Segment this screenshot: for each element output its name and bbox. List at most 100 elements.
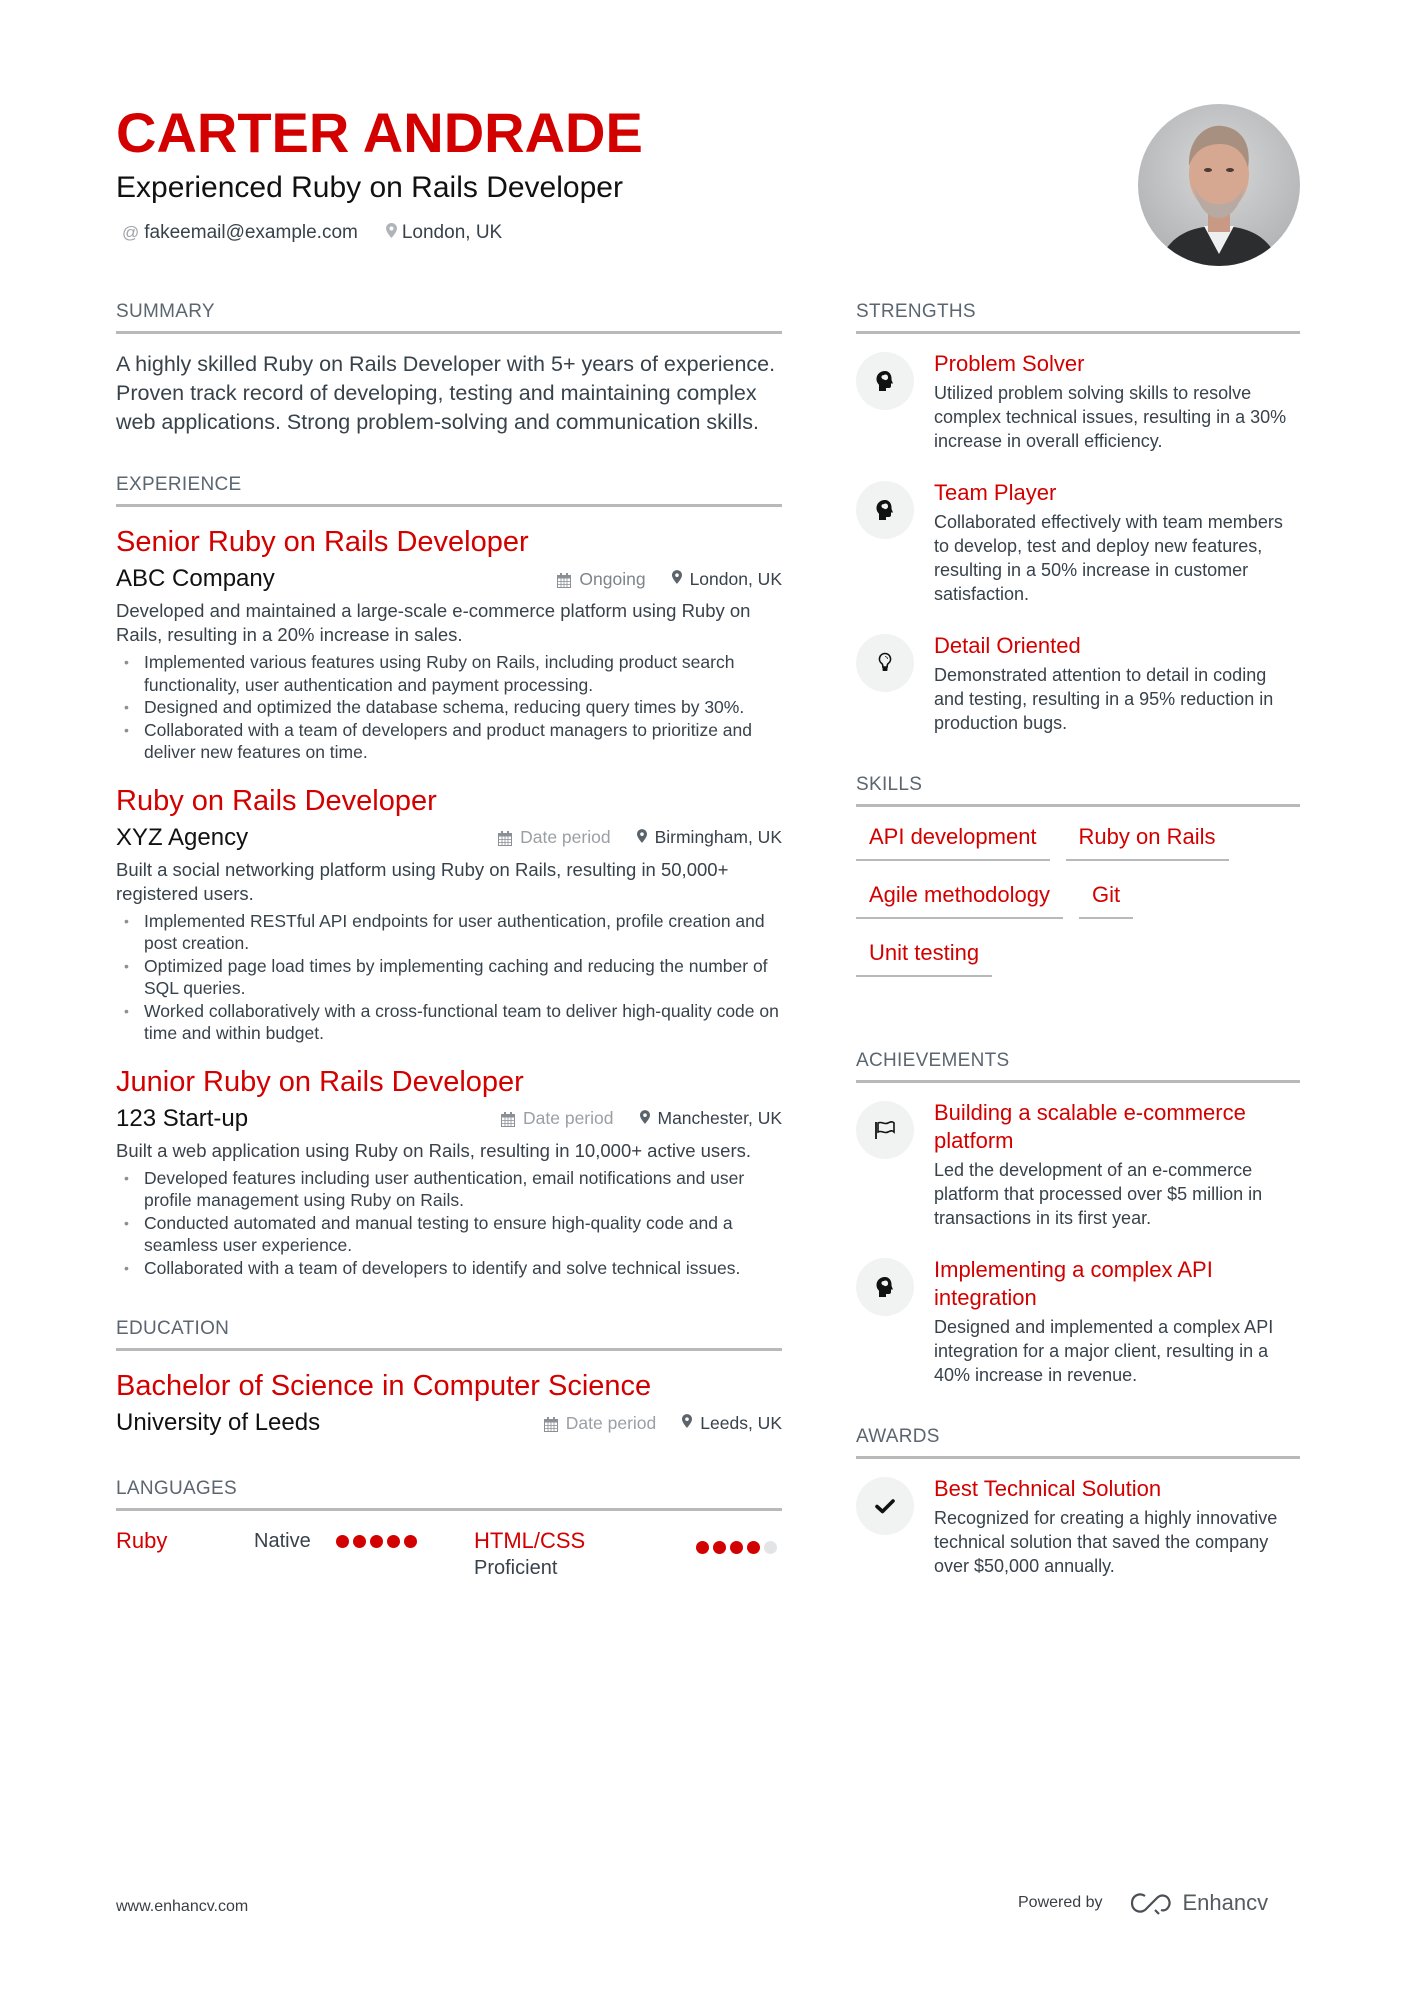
experience-item: Ruby on Rails Developer XYZ Agency Date … [116, 782, 782, 1045]
experience-item: Senior Ruby on Rails Developer ABC Compa… [116, 523, 782, 764]
section-title-awards: AWARDS [856, 1425, 1300, 1459]
language-level: Native [254, 1530, 311, 1552]
job-date: Ongoing [557, 569, 646, 590]
rating-dot-filled [696, 1541, 709, 1554]
strength-description: Collaborated effectively with team membe… [934, 512, 1283, 604]
rating-dot-filled [336, 1535, 349, 1548]
school-name: University of Leeds [116, 1409, 321, 1436]
achievement-title: Implementing a complex API integration [934, 1257, 1213, 1310]
job-bullets: Implemented RESTful API endpoints for us… [116, 910, 782, 1045]
section-title-achievements: ACHIEVEMENTS [856, 1049, 1300, 1083]
company-name: ABC Company [116, 565, 275, 592]
job-bullet: Implemented RESTful API endpoints for us… [116, 910, 782, 955]
skill-tag: Agile methodology [856, 875, 1064, 919]
achievement-item: Implementing a complex API integration D… [856, 1256, 1300, 1387]
enhancv-logo[interactable]: Enhancv [1129, 1890, 1268, 1916]
left-column: SUMMARY A highly skilled Ruby on Rails D… [116, 300, 782, 1597]
email-text: fakeemail@example.com [144, 222, 358, 243]
job-description: Developed and maintained a large-scale e… [116, 600, 751, 645]
company-name: 123 Start-up [116, 1104, 249, 1132]
enhancv-logo-icon [1130, 1893, 1171, 1915]
rating-dot-filled [747, 1541, 760, 1554]
strength-title: Problem Solver [934, 351, 1085, 376]
job-bullet: Worked collaboratively with a cross-func… [116, 1000, 782, 1045]
calendar-icon [501, 1111, 516, 1127]
skill-tag: Unit testing [856, 933, 993, 977]
brain-head-icon [856, 481, 914, 539]
skill-tag: Git [1079, 875, 1134, 919]
contact-email[interactable]: @ fakeemail@example.com [122, 222, 358, 244]
flag-icon [856, 1101, 914, 1159]
rating-dot-filled [387, 1535, 400, 1548]
footer-website-link[interactable]: www.enhancv.com [116, 1898, 248, 1916]
job-bullets: Developed features including user authen… [116, 1167, 782, 1280]
strength-item: Detail Oriented Demonstrated attention t… [856, 632, 1300, 735]
location-pin-icon [671, 570, 682, 588]
skill-tag: API development [856, 817, 1050, 861]
location-pin-icon [385, 223, 397, 243]
strength-item: Team Player Collaborated effectively wit… [856, 479, 1300, 606]
right-column: STRENGTHS Problem Solver Utilized proble… [856, 300, 1300, 1604]
calendar-icon [543, 1416, 558, 1432]
job-bullet: Collaborated with a team of developers a… [116, 719, 782, 764]
calendar-icon [557, 572, 572, 588]
company-name: XYZ Agency [116, 823, 249, 851]
profile-photo [1138, 104, 1300, 266]
job-title: Ruby on Rails Developer [116, 784, 437, 817]
job-bullet: Implemented various features using Ruby … [116, 651, 782, 696]
location-text: London, UK [401, 222, 503, 243]
checkmark-icon [856, 1477, 914, 1535]
contact-location: London, UK [385, 222, 503, 244]
education-date: Date period [543, 1413, 656, 1434]
job-bullet: Collaborated with a team of developers t… [116, 1257, 782, 1280]
rating-dot-filled [370, 1535, 383, 1548]
job-bullets: Implemented various features using Ruby … [116, 651, 782, 764]
strength-description: Utilized problem solving skills to resol… [934, 383, 1287, 451]
job-description: Built a social networking platform using… [116, 858, 729, 904]
section-title-experience: EXPERIENCE [116, 473, 782, 507]
lightbulb-icon [856, 634, 914, 692]
section-title-education: EDUCATION [116, 1317, 782, 1351]
language-level: Proficient [474, 1557, 558, 1579]
degree-title: Bachelor of Science in Computer Science [116, 1370, 652, 1402]
brain-head-icon [856, 352, 914, 410]
education-section: EDUCATION Bachelor of Science in Compute… [116, 1317, 782, 1439]
achievement-description: Led the development of an e-commerce pla… [934, 1160, 1263, 1228]
strength-description: Demonstrated attention to detail in codi… [934, 665, 1274, 733]
experience-section: EXPERIENCE Senior Ruby on Rails Develope… [116, 473, 782, 1279]
job-bullet: Designed and optimized the database sche… [116, 696, 782, 719]
section-title-summary: SUMMARY [116, 300, 782, 334]
rating-dot-filled [713, 1541, 726, 1554]
section-title-languages: LANGUAGES [116, 1477, 782, 1511]
job-date: Date period [501, 1108, 614, 1129]
award-item: Best Technical Solution Recognized for c… [856, 1475, 1300, 1578]
section-title-strengths: STRENGTHS [856, 300, 1300, 334]
location-pin-icon [636, 828, 647, 847]
job-location: Birmingham, UK [636, 827, 782, 848]
rating-dot-filled [404, 1535, 417, 1548]
resume-page: CARTER ANDRADE Experienced Ruby on Rails… [0, 0, 1410, 1995]
job-title: Junior Ruby on Rails Developer [116, 1065, 524, 1098]
achievements-section: ACHIEVEMENTS Building a scalable e-comme… [856, 1049, 1300, 1387]
powered-by-label: Powered by [1018, 1894, 1103, 1911]
skill-tag: Ruby on Rails [1065, 817, 1229, 861]
job-bullet: Optimized page load times by implementin… [116, 955, 782, 1000]
job-date: Date period [498, 827, 611, 848]
awards-section: AWARDS Best Technical Solution Recognize… [856, 1425, 1300, 1578]
job-bullet: Conducted automated and manual testing t… [116, 1212, 782, 1257]
strengths-section: STRENGTHS Problem Solver Utilized proble… [856, 300, 1300, 735]
job-location: Manchester, UK [639, 1108, 782, 1129]
award-title: Best Technical Solution [934, 1476, 1162, 1501]
summary-section: SUMMARY A highly skilled Ruby on Rails D… [116, 300, 782, 437]
job-title: Senior Ruby on Rails Developer [116, 526, 529, 558]
footer-branding: Powered by Enhancv [1018, 1890, 1268, 1916]
language-name: HTML/CSS [474, 1528, 586, 1553]
languages-section: LANGUAGES Ruby Native HTML/CSS Proficien… [116, 1477, 782, 1597]
contact-info: @ fakeemail@example.com London, UK [122, 222, 530, 244]
skills-section: SKILLS API development Ruby on Rails Agi… [856, 773, 1300, 991]
experience-item: Junior Ruby on Rails Developer 123 Start… [116, 1063, 782, 1280]
job-description: Built a web application using Ruby on Ra… [116, 1139, 752, 1161]
language-name: Ruby [116, 1528, 168, 1553]
summary-text: A highly skilled Ruby on Rails Developer… [116, 352, 776, 434]
rating-dot-empty [764, 1541, 777, 1554]
